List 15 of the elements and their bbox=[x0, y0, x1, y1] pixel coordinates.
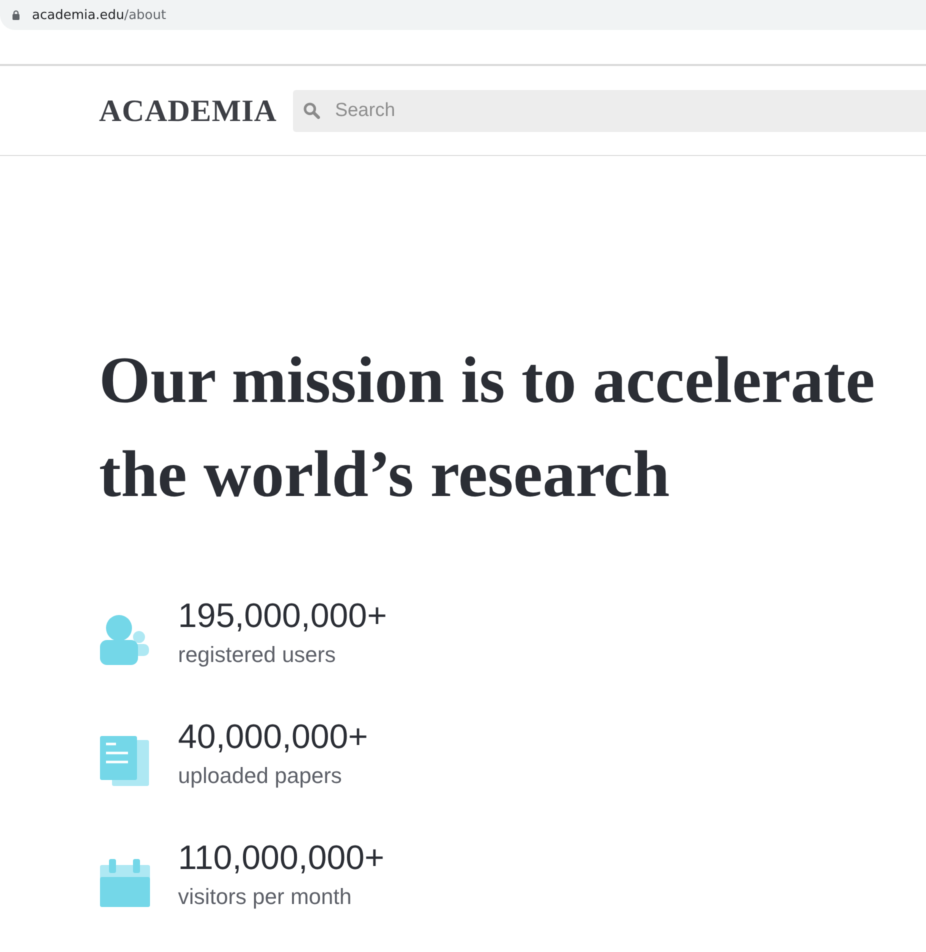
stat-label: visitors per month bbox=[178, 883, 353, 911]
url-text: academia.edu/about bbox=[32, 8, 166, 22]
search-field[interactable]: Search bbox=[292, 90, 926, 132]
stat-value: 110,000,000+ bbox=[178, 838, 384, 878]
address-bar[interactable]: academia.edu/about bbox=[0, 0, 926, 30]
document-icon bbox=[99, 735, 151, 787]
users-icon bbox=[99, 614, 151, 666]
lock-icon bbox=[12, 10, 20, 20]
stat-label: registered users bbox=[178, 641, 337, 669]
stat-value: 195,000,000+ bbox=[178, 596, 387, 636]
stat-value: 40,000,000+ bbox=[178, 717, 368, 757]
logo[interactable]: ACADEMIA bbox=[99, 92, 277, 128]
stat-label: uploaded papers bbox=[178, 762, 343, 790]
calendar-icon bbox=[99, 856, 151, 908]
mission-heading: Our mission is to accelerate the world’s research bbox=[99, 343, 876, 513]
